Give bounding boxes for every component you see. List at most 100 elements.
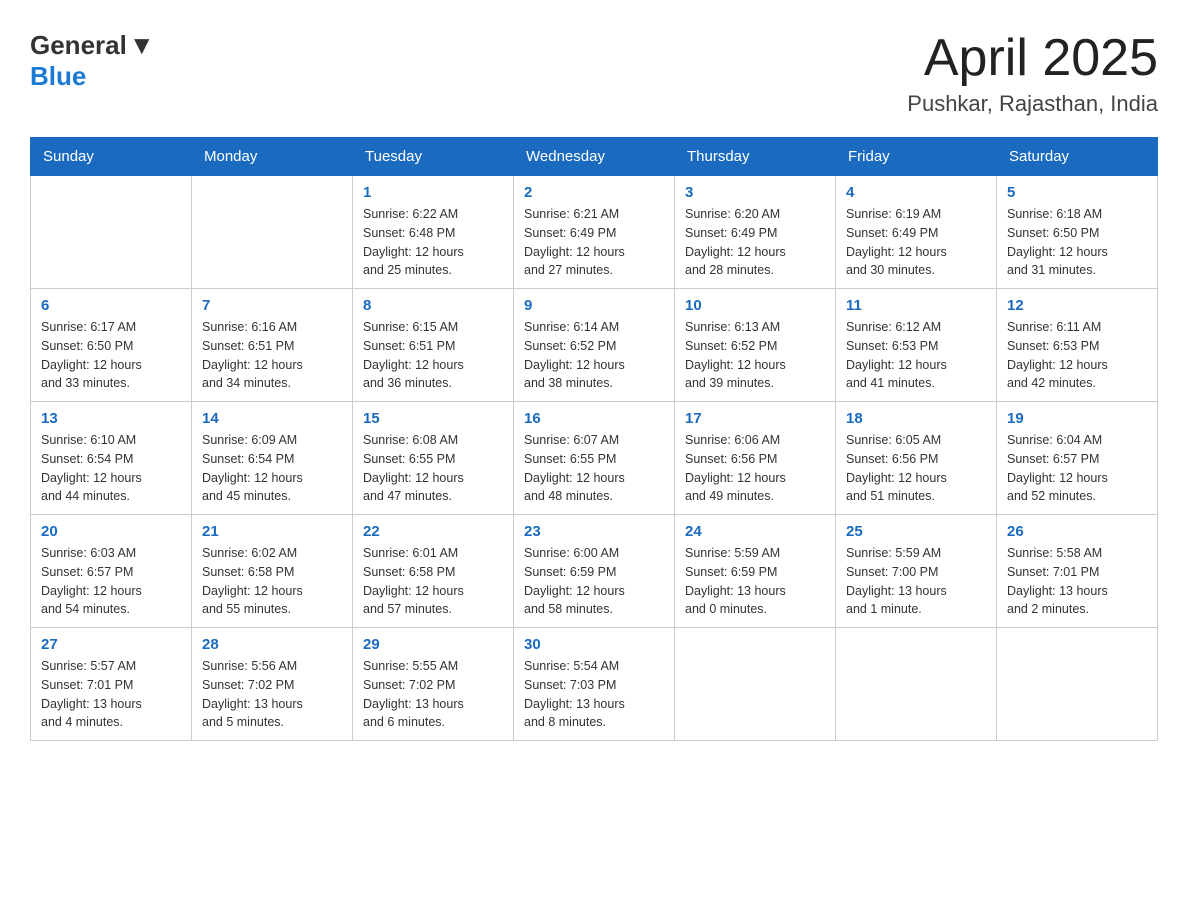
day-info: Sunrise: 5:59 AM Sunset: 6:59 PM Dayligh… (685, 544, 825, 619)
day-number: 16 (524, 410, 664, 427)
day-of-week-header: Sunday (31, 138, 192, 176)
day-number: 19 (1007, 410, 1147, 427)
calendar-cell (997, 628, 1158, 741)
calendar-header-row: SundayMondayTuesdayWednesdayThursdayFrid… (31, 138, 1158, 176)
day-number: 7 (202, 297, 342, 314)
day-info: Sunrise: 6:03 AM Sunset: 6:57 PM Dayligh… (41, 544, 181, 619)
day-info: Sunrise: 6:22 AM Sunset: 6:48 PM Dayligh… (363, 205, 503, 280)
day-number: 30 (524, 636, 664, 653)
day-number: 15 (363, 410, 503, 427)
day-number: 11 (846, 297, 986, 314)
day-of-week-header: Thursday (675, 138, 836, 176)
calendar-cell: 23 Sunrise: 6:00 AM Sunset: 6:59 PM Dayli… (514, 515, 675, 628)
title-section: April 2025 Pushkar, Rajasthan, India (907, 30, 1158, 117)
day-number: 22 (363, 523, 503, 540)
day-number: 27 (41, 636, 181, 653)
day-info: Sunrise: 6:14 AM Sunset: 6:52 PM Dayligh… (524, 318, 664, 393)
day-info: Sunrise: 6:11 AM Sunset: 6:53 PM Dayligh… (1007, 318, 1147, 393)
day-info: Sunrise: 6:15 AM Sunset: 6:51 PM Dayligh… (363, 318, 503, 393)
day-info: Sunrise: 6:18 AM Sunset: 6:50 PM Dayligh… (1007, 205, 1147, 280)
day-info: Sunrise: 6:09 AM Sunset: 6:54 PM Dayligh… (202, 431, 342, 506)
day-of-week-header: Monday (192, 138, 353, 176)
calendar-cell: 19 Sunrise: 6:04 AM Sunset: 6:57 PM Dayli… (997, 402, 1158, 515)
day-info: Sunrise: 6:17 AM Sunset: 6:50 PM Dayligh… (41, 318, 181, 393)
calendar-cell (192, 176, 353, 289)
day-of-week-header: Tuesday (353, 138, 514, 176)
calendar-cell: 3 Sunrise: 6:20 AM Sunset: 6:49 PM Daylig… (675, 176, 836, 289)
day-info: Sunrise: 5:58 AM Sunset: 7:01 PM Dayligh… (1007, 544, 1147, 619)
day-number: 3 (685, 184, 825, 201)
day-info: Sunrise: 5:59 AM Sunset: 7:00 PM Dayligh… (846, 544, 986, 619)
calendar-week-row: 13Sunrise: 6:10 AM Sunset: 6:54 PM Dayli… (31, 402, 1158, 515)
calendar-title: April 2025 (907, 30, 1158, 87)
logo-text: General▼Blue (30, 30, 155, 92)
day-of-week-header: Friday (836, 138, 997, 176)
day-info: Sunrise: 5:54 AM Sunset: 7:03 PM Dayligh… (524, 657, 664, 732)
calendar-cell (31, 176, 192, 289)
calendar-cell: 17Sunrise: 6:06 AM Sunset: 6:56 PM Dayli… (675, 402, 836, 515)
day-number: 1 (363, 184, 503, 201)
day-info: Sunrise: 6:02 AM Sunset: 6:58 PM Dayligh… (202, 544, 342, 619)
calendar-cell: 18 Sunrise: 6:05 AM Sunset: 6:56 PM Dayli… (836, 402, 997, 515)
day-number: 6 (41, 297, 181, 314)
calendar-week-row: 1 Sunrise: 6:22 AM Sunset: 6:48 PM Daylig… (31, 176, 1158, 289)
day-number: 2 (524, 184, 664, 201)
day-number: 13 (41, 410, 181, 427)
calendar-cell: 26 Sunrise: 5:58 AM Sunset: 7:01 PM Dayli… (997, 515, 1158, 628)
calendar-cell: 20 Sunrise: 6:03 AM Sunset: 6:57 PM Dayli… (31, 515, 192, 628)
calendar-cell: 13Sunrise: 6:10 AM Sunset: 6:54 PM Dayli… (31, 402, 192, 515)
calendar-cell: 16 Sunrise: 6:07 AM Sunset: 6:55 PM Dayli… (514, 402, 675, 515)
day-info: Sunrise: 6:20 AM Sunset: 6:49 PM Dayligh… (685, 205, 825, 280)
calendar-cell: 15 Sunrise: 6:08 AM Sunset: 6:55 PM Dayli… (353, 402, 514, 515)
day-info: Sunrise: 6:08 AM Sunset: 6:55 PM Dayligh… (363, 431, 503, 506)
day-info: Sunrise: 5:55 AM Sunset: 7:02 PM Dayligh… (363, 657, 503, 732)
day-info: Sunrise: 6:05 AM Sunset: 6:56 PM Dayligh… (846, 431, 986, 506)
calendar-cell: 9 Sunrise: 6:14 AM Sunset: 6:52 PM Daylig… (514, 289, 675, 402)
calendar-cell: 10Sunrise: 6:13 AM Sunset: 6:52 PM Dayli… (675, 289, 836, 402)
day-number: 5 (1007, 184, 1147, 201)
day-info: Sunrise: 5:56 AM Sunset: 7:02 PM Dayligh… (202, 657, 342, 732)
calendar-cell: 24Sunrise: 5:59 AM Sunset: 6:59 PM Dayli… (675, 515, 836, 628)
day-info: Sunrise: 6:07 AM Sunset: 6:55 PM Dayligh… (524, 431, 664, 506)
calendar-cell: 1 Sunrise: 6:22 AM Sunset: 6:48 PM Daylig… (353, 176, 514, 289)
day-info: Sunrise: 5:57 AM Sunset: 7:01 PM Dayligh… (41, 657, 181, 732)
page-header: General▼Blue April 2025 Pushkar, Rajasth… (30, 30, 1158, 117)
day-number: 20 (41, 523, 181, 540)
day-number: 21 (202, 523, 342, 540)
day-number: 18 (846, 410, 986, 427)
day-info: Sunrise: 6:13 AM Sunset: 6:52 PM Dayligh… (685, 318, 825, 393)
day-number: 28 (202, 636, 342, 653)
calendar-cell: 11 Sunrise: 6:12 AM Sunset: 6:53 PM Dayli… (836, 289, 997, 402)
calendar-subtitle: Pushkar, Rajasthan, India (907, 91, 1158, 117)
calendar-cell: 21 Sunrise: 6:02 AM Sunset: 6:58 PM Dayli… (192, 515, 353, 628)
calendar-cell: 22 Sunrise: 6:01 AM Sunset: 6:58 PM Dayli… (353, 515, 514, 628)
day-of-week-header: Saturday (997, 138, 1158, 176)
calendar-cell: 5 Sunrise: 6:18 AM Sunset: 6:50 PM Daylig… (997, 176, 1158, 289)
calendar-cell (836, 628, 997, 741)
calendar-cell (675, 628, 836, 741)
calendar-cell: 14Sunrise: 6:09 AM Sunset: 6:54 PM Dayli… (192, 402, 353, 515)
day-info: Sunrise: 6:04 AM Sunset: 6:57 PM Dayligh… (1007, 431, 1147, 506)
day-number: 26 (1007, 523, 1147, 540)
calendar-week-row: 27 Sunrise: 5:57 AM Sunset: 7:01 PM Dayli… (31, 628, 1158, 741)
day-number: 25 (846, 523, 986, 540)
calendar-week-row: 6 Sunrise: 6:17 AM Sunset: 6:50 PM Daylig… (31, 289, 1158, 402)
calendar-cell: 25 Sunrise: 5:59 AM Sunset: 7:00 PM Dayli… (836, 515, 997, 628)
day-info: Sunrise: 6:01 AM Sunset: 6:58 PM Dayligh… (363, 544, 503, 619)
logo: General▼Blue (30, 30, 155, 92)
calendar-cell: 7Sunrise: 6:16 AM Sunset: 6:51 PM Daylig… (192, 289, 353, 402)
calendar-cell: 30 Sunrise: 5:54 AM Sunset: 7:03 PM Dayli… (514, 628, 675, 741)
calendar-cell: 2Sunrise: 6:21 AM Sunset: 6:49 PM Daylig… (514, 176, 675, 289)
day-number: 9 (524, 297, 664, 314)
calendar-cell: 4Sunrise: 6:19 AM Sunset: 6:49 PM Daylig… (836, 176, 997, 289)
day-number: 29 (363, 636, 503, 653)
day-number: 23 (524, 523, 664, 540)
day-number: 8 (363, 297, 503, 314)
calendar-cell: 12Sunrise: 6:11 AM Sunset: 6:53 PM Dayli… (997, 289, 1158, 402)
day-number: 4 (846, 184, 986, 201)
logo-triangle-icon: ▼ (129, 30, 155, 61)
logo-blue-text: Blue (30, 61, 86, 91)
day-info: Sunrise: 6:00 AM Sunset: 6:59 PM Dayligh… (524, 544, 664, 619)
calendar-cell: 8 Sunrise: 6:15 AM Sunset: 6:51 PM Daylig… (353, 289, 514, 402)
day-info: Sunrise: 6:12 AM Sunset: 6:53 PM Dayligh… (846, 318, 986, 393)
